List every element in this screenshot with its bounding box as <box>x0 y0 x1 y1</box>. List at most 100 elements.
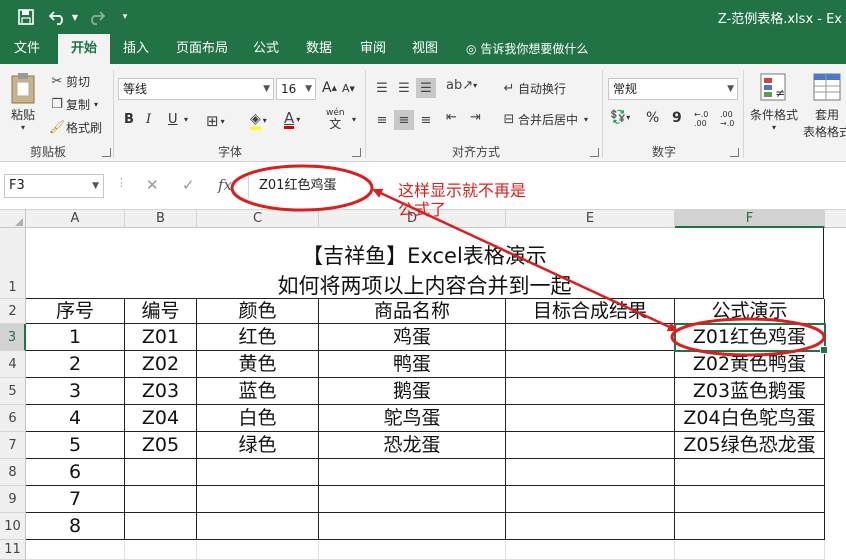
cell-a3[interactable]: 1 <box>26 324 125 351</box>
align-middle-button[interactable]: ☰ <box>394 78 414 98</box>
row-header-9[interactable]: 9 <box>0 486 26 513</box>
column-header-b[interactable]: B <box>125 210 197 228</box>
row-header-8[interactable]: 8 <box>0 459 26 486</box>
column-header-f[interactable]: F <box>675 210 825 228</box>
row-header-10[interactable]: 10 <box>0 513 26 540</box>
font-color-button[interactable]: A ▾ <box>284 110 300 129</box>
cell-a10[interactable]: 8 <box>26 513 125 540</box>
tab-home[interactable]: 开始 <box>58 34 110 64</box>
cell-f11[interactable] <box>675 540 825 560</box>
formula-input[interactable]: Z01红色鸡蛋 <box>248 174 846 198</box>
cell-f7[interactable]: Z05绿色恐龙蛋 <box>675 432 825 459</box>
name-box[interactable]: F3 ▼ <box>4 174 104 198</box>
phonetic-dropdown-icon[interactable]: ▾ <box>352 115 356 124</box>
cell-d3[interactable]: 鸡蛋 <box>319 324 506 351</box>
cell-b4[interactable]: Z02 <box>125 351 197 378</box>
cell-b10[interactable] <box>125 513 197 540</box>
row-header-7[interactable]: 7 <box>0 432 26 459</box>
save-icon[interactable] <box>14 6 38 28</box>
comma-button[interactable]: 9 <box>672 110 682 126</box>
accounting-format-button[interactable]: 💱 ▾ <box>610 110 630 125</box>
cell-d2[interactable]: 商品名称 <box>319 299 506 324</box>
tab-data[interactable]: 数据 <box>298 34 340 64</box>
merged-title-cell[interactable]: 【吉祥鱼】Excel表格演示 如何将两项以上内容合并到一起 <box>26 228 824 299</box>
column-header-e[interactable]: E <box>506 210 675 228</box>
cell-a2[interactable]: 序号 <box>26 299 125 324</box>
increase-indent-button[interactable]: ⇥ <box>470 110 481 125</box>
cell-f10[interactable] <box>675 513 825 540</box>
cell-f2[interactable]: 公式演示 <box>675 299 825 324</box>
cancel-icon[interactable]: ✕ <box>146 176 159 194</box>
row-header-4[interactable]: 4 <box>0 351 26 378</box>
cell-c7[interactable]: 绿色 <box>197 432 319 459</box>
fill-color-button[interactable]: ◈ ▾ <box>250 111 267 130</box>
cell-e3[interactable] <box>506 324 675 351</box>
tab-page-layout[interactable]: 页面布局 <box>170 34 234 64</box>
cell-a5[interactable]: 3 <box>26 378 125 405</box>
underline-button[interactable]: U <box>168 112 178 127</box>
cell-d5[interactable]: 鹅蛋 <box>319 378 506 405</box>
undo-icon[interactable] <box>46 6 70 28</box>
cell-f4[interactable]: Z02黄色鸭蛋 <box>675 351 825 378</box>
cell-b5[interactable]: Z03 <box>125 378 197 405</box>
cell-d7[interactable]: 恐龙蛋 <box>319 432 506 459</box>
align-top-button[interactable]: ☰ <box>372 78 392 98</box>
column-header-a[interactable]: A <box>26 210 125 228</box>
tab-insert[interactable]: 插入 <box>114 34 158 64</box>
cell-c9[interactable] <box>197 486 319 513</box>
shrink-font-button[interactable]: A ▼ <box>342 82 355 95</box>
font-name-dropdown[interactable]: 等线 ▼ <box>118 78 274 100</box>
cell-b3[interactable]: Z01 <box>125 324 197 351</box>
font-size-dropdown[interactable]: 16 ▼ <box>276 78 316 100</box>
format-painter-button[interactable]: 🖌 格式刷 <box>48 118 102 136</box>
select-all-button[interactable] <box>0 210 26 228</box>
cell-e5[interactable] <box>506 378 675 405</box>
merge-center-button[interactable]: ⊟ 合并后居中 ▾ <box>500 111 588 128</box>
cell-f8[interactable] <box>675 459 825 486</box>
cell-b9[interactable] <box>125 486 197 513</box>
tab-review[interactable]: 审阅 <box>352 34 394 64</box>
italic-button[interactable]: I <box>146 112 151 127</box>
cell-a7[interactable]: 5 <box>26 432 125 459</box>
cell-c2[interactable]: 颜色 <box>197 299 319 324</box>
cell-d11[interactable] <box>319 540 506 560</box>
cell-d6[interactable]: 鸵鸟蛋 <box>319 405 506 432</box>
row-header-2[interactable]: 2 <box>0 299 26 324</box>
cell-f3[interactable]: Z01红色鸡蛋 <box>675 324 825 351</box>
cell-c10[interactable] <box>197 513 319 540</box>
cell-c4[interactable]: 黄色 <box>197 351 319 378</box>
cell-f6[interactable]: Z04白色鸵鸟蛋 <box>675 405 825 432</box>
insert-function-icon[interactable]: fx <box>218 176 232 194</box>
cell-e7[interactable] <box>506 432 675 459</box>
tab-file[interactable]: 文件 <box>4 34 50 64</box>
cell-e8[interactable] <box>506 459 675 486</box>
row-header-3[interactable]: 3 <box>0 324 26 351</box>
number-launcher-icon[interactable] <box>730 148 739 157</box>
cell-e10[interactable] <box>506 513 675 540</box>
format-as-table-button[interactable]: 套用 表格格式 <box>802 72 846 140</box>
cell-e4[interactable] <box>506 351 675 378</box>
increase-decimal-button[interactable]: ←.0 .00 <box>694 110 716 128</box>
cell-b2[interactable]: 编号 <box>125 299 197 324</box>
tab-view[interactable]: 视图 <box>404 34 446 64</box>
underline-dropdown-icon[interactable]: ▾ <box>184 115 188 124</box>
customize-toolbar-icon[interactable]: ▾ <box>118 6 132 28</box>
row-header-11[interactable]: 11 <box>0 540 26 560</box>
conditional-formatting-button[interactable]: ≠ 条件格式 ▾ <box>748 72 800 132</box>
row-header-1[interactable]: 1 <box>0 228 26 299</box>
phonetic-button[interactable]: wén 文 <box>326 108 345 130</box>
cell-a6[interactable]: 4 <box>26 405 125 432</box>
cell-f9[interactable] <box>675 486 825 513</box>
column-header-c[interactable]: C <box>197 210 319 228</box>
cell-b11[interactable] <box>125 540 197 560</box>
tell-me-search[interactable]: ◎ 告诉我你想要做什么 <box>466 34 588 64</box>
tab-formulas[interactable]: 公式 <box>246 34 286 64</box>
cell-c5[interactable]: 蓝色 <box>197 378 319 405</box>
cut-button[interactable]: ✂ 剪切 <box>48 72 90 90</box>
cell-a11[interactable] <box>26 540 125 560</box>
number-format-dropdown[interactable]: 常规 ▼ <box>608 78 738 100</box>
align-right-button[interactable]: ≡ <box>416 110 436 130</box>
cell-a4[interactable]: 2 <box>26 351 125 378</box>
row-header-6[interactable]: 6 <box>0 405 26 432</box>
percent-button[interactable]: % <box>646 110 659 126</box>
